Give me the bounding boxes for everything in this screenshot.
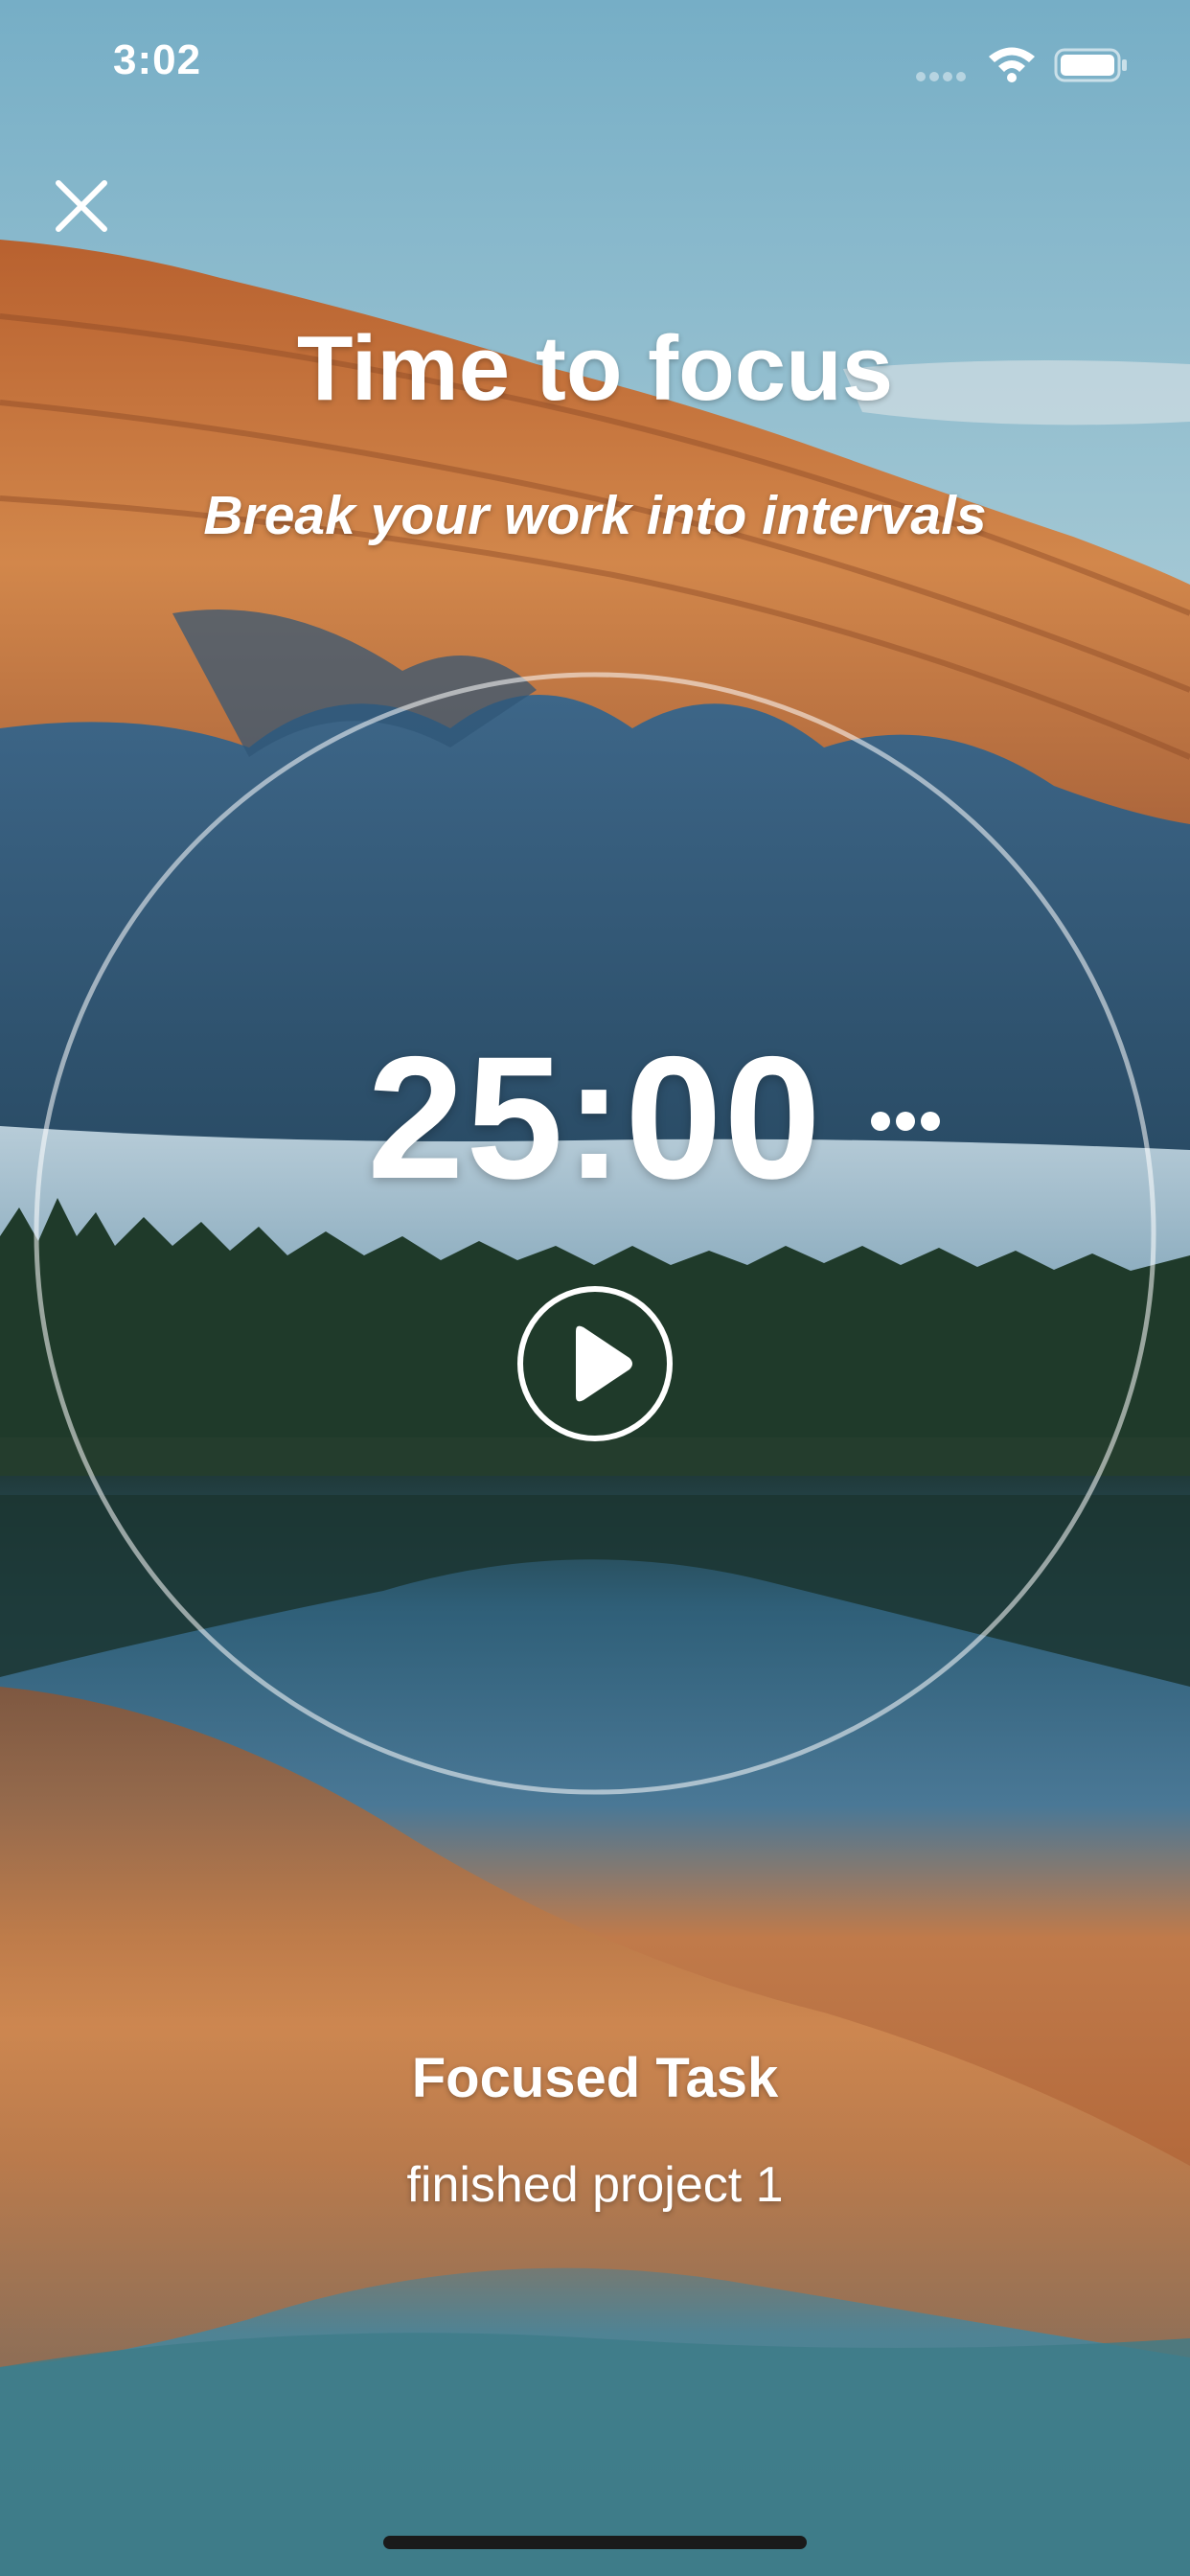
wifi-icon bbox=[987, 44, 1037, 87]
timer-progress-ring bbox=[34, 672, 1156, 1795]
more-options-button[interactable] bbox=[867, 1102, 944, 1140]
battery-icon bbox=[1054, 48, 1129, 87]
page-subtitle: Break your work into intervals bbox=[203, 485, 987, 546]
close-button[interactable] bbox=[38, 163, 125, 249]
timer-display: 25:00 bbox=[367, 1020, 823, 1215]
play-icon bbox=[517, 1286, 673, 1441]
task-heading: Focused Task bbox=[411, 2047, 779, 2109]
status-time: 3:02 bbox=[113, 36, 202, 83]
status-bar: 3:02 bbox=[0, 0, 1190, 126]
task-name[interactable]: finished project 1 bbox=[0, 2156, 1190, 2214]
close-icon bbox=[56, 180, 107, 232]
home-indicator[interactable] bbox=[383, 2536, 807, 2549]
focus-timer-screen: 3:02 Time to focus Break your work into … bbox=[0, 0, 1190, 2576]
play-button[interactable] bbox=[516, 1285, 674, 1442]
page-title: Time to focus bbox=[296, 317, 894, 420]
more-horizontal-icon bbox=[871, 1112, 940, 1131]
signal-icon bbox=[915, 69, 969, 89]
